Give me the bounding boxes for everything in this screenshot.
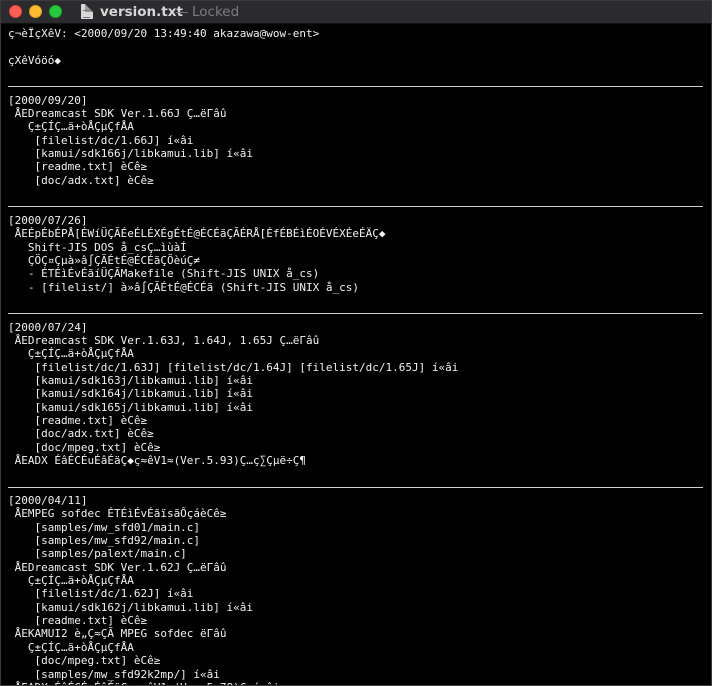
text-line: Shift-JIS DOS å_csÇ…ìùàÍ bbox=[8, 240, 187, 254]
text-line: [2000/07/24] bbox=[8, 320, 88, 334]
text-line: [readme.txt] èCê≥ bbox=[8, 413, 148, 427]
text-line: ÅEDreamcast SDK Ver.1.66J Ç…ëΓâû bbox=[8, 107, 227, 121]
text-line: ÅEADX ÉâÉCÉuÉâÉäÇ◆ç≈êV1≈(Ver.5.93)Ç…ç∑Çµ… bbox=[8, 454, 307, 467]
text-content-area[interactable]: ç¬èÏçXêV: <2000/09/20 13:49:40 akazawa@w… bbox=[8, 27, 707, 685]
text-line: ÇÖÇ¤Çµà»â∫ÇÃÉtÉ@ÉCÉãÇÕèúÇ≠ bbox=[8, 253, 201, 267]
text-line: Ç±ÇÍÇ…ä+òÅÇµÇfÅA bbox=[8, 347, 134, 361]
text-line: [2000/09/20] bbox=[8, 93, 88, 107]
section-divider bbox=[8, 307, 707, 320]
text-line bbox=[8, 467, 707, 480]
text-line: [readme.txt] èCê≥ bbox=[8, 160, 148, 174]
text-line: [doc/adx.txt] èCê≥ bbox=[8, 173, 154, 187]
text-line: [kamui/sdk165j/libkamui.lib] í«âi bbox=[8, 400, 254, 414]
text-line: ÅEDreamcast SDK Ver.1.63J, 1.64J, 1.65J … bbox=[8, 333, 320, 347]
text-line: Ç±ÇÍÇ…ä+òÅÇµÇfÅA bbox=[8, 120, 134, 134]
text-line: [samples/mw_sfd01/main.c] bbox=[8, 520, 201, 534]
text-line: [filelist/dc/1.66J] í«âi bbox=[8, 133, 194, 147]
text-line bbox=[8, 67, 707, 80]
text-line: [filelist/dc/1.62J] í«âi bbox=[8, 587, 194, 601]
text-line bbox=[8, 187, 707, 200]
text-line: Ç±ÇÍÇ…ä+òÅÇµÇfÅA bbox=[8, 640, 134, 654]
text-line: [2000/07/26] bbox=[8, 213, 88, 227]
text-line: çXêVóöó◆ bbox=[8, 53, 61, 67]
text-line: - [filelist/] à»â∫ÇÃÉtÉ@ÉCÉã (Shift-JIS … bbox=[8, 280, 359, 294]
section-divider bbox=[8, 80, 707, 93]
text-editor-window: version.txt — Locked ç¬èÏçXêV: <2000/09/… bbox=[0, 0, 712, 686]
text-line: [kamui/sdk163j/libkamui.lib] í«âi bbox=[8, 373, 254, 387]
text-line: [kamui/sdk162j/libkamui.lib] í«âi bbox=[8, 600, 254, 614]
text-line: [readme.txt] èCê≥ bbox=[8, 614, 148, 628]
section-divider bbox=[8, 200, 707, 213]
text-line: ÅEÉpÉbÉPÅ[ÉWíÜÇÃÉeÉLÉXÉgÉtÉ@ÉCÉãÇÃÉRÅ[Éf… bbox=[8, 227, 386, 241]
close-window-button[interactable] bbox=[9, 5, 22, 18]
text-line: [samples/mw_sfd92k2mp/] í«âi bbox=[8, 667, 220, 681]
minimize-window-button[interactable] bbox=[29, 5, 42, 18]
title-separator: — bbox=[175, 4, 189, 20]
text-line bbox=[8, 40, 707, 53]
document-icon bbox=[81, 4, 93, 19]
text-line: [2000/04/11] bbox=[8, 494, 88, 508]
section-divider bbox=[8, 481, 707, 494]
text-line: ç¬èÏçXêV: <2000/09/20 13:49:40 akazawa@w… bbox=[8, 27, 320, 40]
text-line bbox=[8, 294, 707, 307]
text-line: [kamui/sdk164j/libkamui.lib] í«âi bbox=[8, 387, 254, 401]
title-bar[interactable]: version.txt — Locked bbox=[1, 1, 711, 24]
text-line: [filelist/dc/1.63J] [filelist/dc/1.64J] … bbox=[8, 360, 459, 374]
text-line: ÅEMPEG sofdec ÉTÉìÉvÉãïsãÔçáèCê≥ bbox=[8, 507, 227, 521]
locked-status: Locked bbox=[192, 4, 240, 20]
text-line: [kamui/sdk166j/libkamui.lib] í«âi bbox=[8, 147, 254, 161]
text-line: [samples/palext/main.c] bbox=[8, 547, 187, 561]
text-line: [doc/mpeg.txt] èCê≥ bbox=[8, 440, 161, 454]
text-line: [samples/mw_sfd92/main.c] bbox=[8, 534, 201, 548]
text-line: ÅEADX ÉâÉCÉuÉâÉäÇ◆ç≈êV1≈(Ver.5.78)Ç◆í«âi bbox=[8, 681, 707, 685]
text-line: Ç±ÇÍÇ…ä+òÅÇµÇfÅA bbox=[8, 574, 134, 588]
text-line: [doc/adx.txt] èCê≥ bbox=[8, 427, 154, 441]
text-line: ÅEKAMUI2 è„Ç≈ÇÃ MPEG sofdec ëΓâû bbox=[8, 627, 227, 641]
text-line: [doc/mpeg.txt] èCê≥ bbox=[8, 654, 161, 668]
zoom-window-button[interactable] bbox=[49, 5, 62, 18]
window-title: version.txt bbox=[100, 4, 183, 20]
text-line: ÅEDreamcast SDK Ver.1.62J Ç…ëΓâû bbox=[8, 560, 227, 574]
text-line: - ÉTÉìÉvÉãíÜÇÃMakefile (Shift-JIS UNIX å… bbox=[8, 267, 320, 281]
